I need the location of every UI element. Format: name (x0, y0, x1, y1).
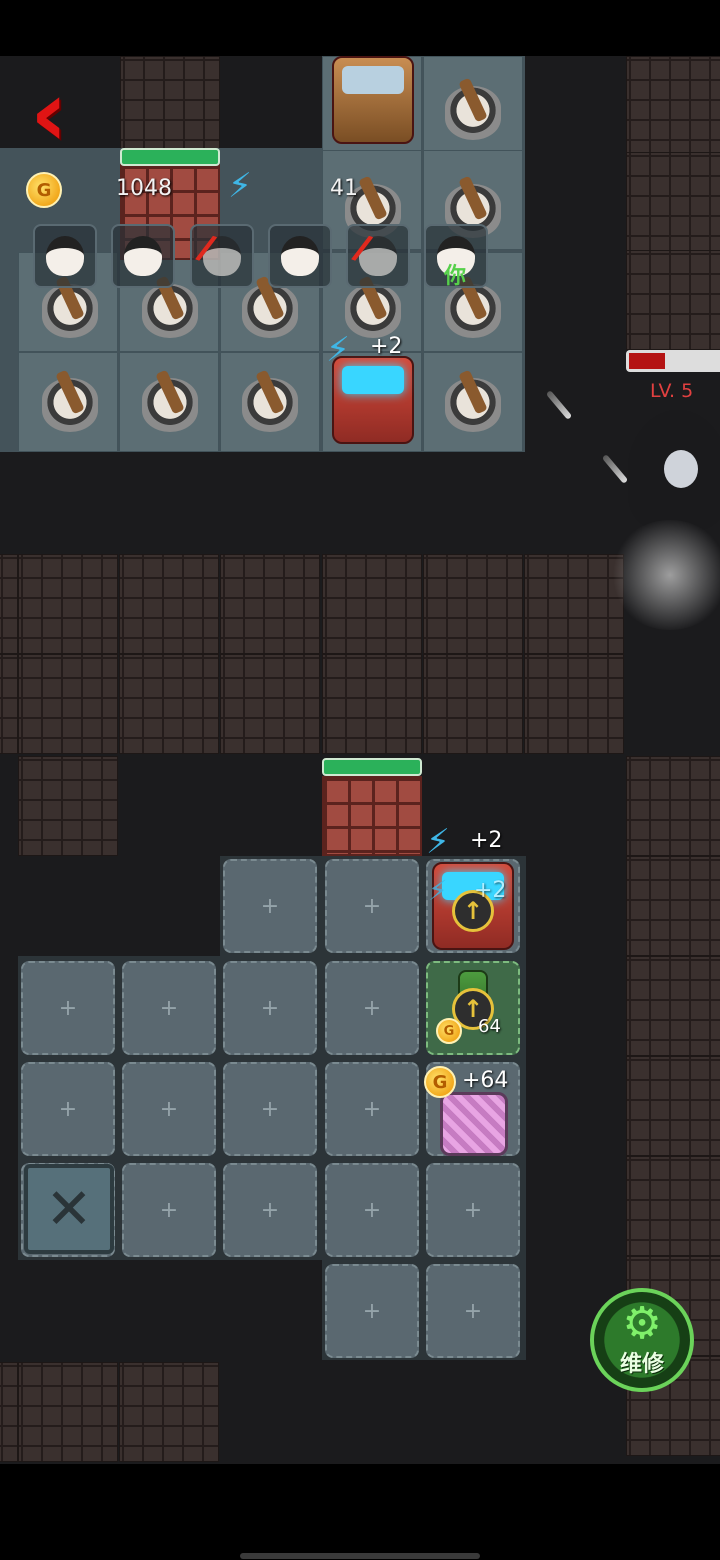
wall-tile (626, 1056, 720, 1156)
wall-tile (423, 654, 523, 754)
gold-amount: 1048 (116, 176, 172, 201)
wall-tile (626, 756, 720, 856)
lightning-bolt-icon: ⚡ (426, 822, 450, 862)
lightning-bolt-icon: ⚡ (228, 166, 252, 206)
wall-tile (0, 1362, 18, 1462)
gold-gain-text: 64 (478, 1016, 501, 1037)
energy-gain-text-faded: +2 (474, 878, 507, 903)
game-map: + + + + + + + + + + + + + + + + ✕ ↑ ↑ ⚡ … (0, 56, 720, 1464)
gold-gain-text: +64 (462, 1068, 509, 1093)
gold-coin-icon: G (26, 172, 62, 208)
wall-tile (220, 554, 320, 654)
repair-button[interactable]: ⚙ 维修 (590, 1288, 694, 1392)
door-hp-bar (322, 758, 422, 776)
energy-gain-text: +2 (370, 334, 403, 359)
wall-tile (220, 654, 320, 754)
bottom-bar (0, 1464, 720, 1560)
build-slot[interactable]: + (325, 1163, 419, 1257)
build-slot[interactable]: + (122, 961, 216, 1055)
lightning-bolt-icon: ⚡ (326, 330, 350, 370)
arcade-machine[interactable] (332, 56, 414, 144)
build-slot[interactable]: + (325, 1264, 419, 1358)
build-slot[interactable]: + (325, 859, 419, 953)
party-portrait[interactable] (111, 224, 175, 288)
wall-tile (626, 152, 720, 252)
wall-tile (0, 554, 18, 654)
bucket-item[interactable] (242, 378, 298, 432)
lightning-bolt-icon: ⚡ (428, 874, 448, 907)
wall-tile (0, 654, 18, 754)
room-door[interactable] (322, 776, 422, 856)
bed-item[interactable] (440, 1092, 508, 1156)
bucket-item[interactable] (142, 284, 198, 338)
you-marker: 你 (444, 264, 467, 289)
wall-tile (120, 56, 220, 156)
build-slot[interactable]: + (325, 1062, 419, 1156)
party-portrait-attacked[interactable] (190, 224, 254, 288)
build-slot[interactable]: + (122, 1163, 216, 1257)
smoke-effect (610, 520, 720, 630)
wall-tile (626, 856, 720, 956)
enemy-hp-fill (629, 353, 665, 369)
wall-tile (626, 56, 720, 156)
energy-amount: 41 (330, 176, 358, 201)
repair-label: 维修 (619, 1352, 664, 1377)
build-slot[interactable]: + (223, 859, 317, 953)
party-portrait[interactable] (33, 224, 97, 288)
build-slot[interactable]: + (122, 1062, 216, 1156)
wall-tile (18, 554, 118, 654)
bucket-item[interactable] (242, 284, 298, 338)
bucket-item[interactable] (445, 378, 501, 432)
wall-tile (524, 654, 624, 754)
wall-tile (626, 250, 720, 350)
wall-tile (119, 554, 219, 654)
build-slot[interactable]: + (325, 961, 419, 1055)
wall-tile (322, 654, 422, 754)
bucket-item[interactable] (345, 284, 401, 338)
bucket-item[interactable] (42, 284, 98, 338)
build-slot[interactable]: + (426, 1163, 520, 1257)
door-hp-bar (120, 148, 220, 166)
wall-tile (626, 956, 720, 1056)
home-indicator[interactable] (240, 1553, 480, 1559)
wall-tile (119, 1362, 219, 1462)
bucket-item[interactable] (42, 378, 98, 432)
party-portrait[interactable] (268, 224, 332, 288)
bucket-item[interactable] (445, 284, 501, 338)
bucket-item[interactable] (445, 86, 501, 140)
build-slot[interactable]: + (426, 1264, 520, 1358)
gold-coin-icon: G (436, 1018, 462, 1044)
wall-tile (423, 554, 523, 654)
energy-gain-text: +2 (470, 828, 503, 853)
wall-tile (626, 1156, 720, 1256)
build-slot[interactable]: + (223, 961, 317, 1055)
build-slot[interactable]: + (21, 961, 115, 1055)
build-slot[interactable]: + (223, 1163, 317, 1257)
back-arrow-icon[interactable]: ‹ (30, 68, 90, 160)
wrench-toolbox-icon[interactable]: ✕ (24, 1164, 114, 1254)
enemy-level-label: LV. 5 (650, 380, 694, 402)
wall-tile (524, 554, 624, 654)
build-slot[interactable]: + (21, 1062, 115, 1156)
wall-tile (18, 756, 118, 856)
status-bar (0, 0, 720, 56)
gear-wrench-icon: ⚙ (622, 1298, 662, 1349)
wall-tile (322, 554, 422, 654)
wall-tile (18, 1362, 118, 1462)
party-portrait-attacked[interactable] (346, 224, 410, 288)
wall-tile (119, 654, 219, 754)
bucket-item[interactable] (142, 378, 198, 432)
wall-tile (18, 654, 118, 754)
gold-coin-icon: G (424, 1066, 456, 1098)
build-slot[interactable]: + (223, 1062, 317, 1156)
